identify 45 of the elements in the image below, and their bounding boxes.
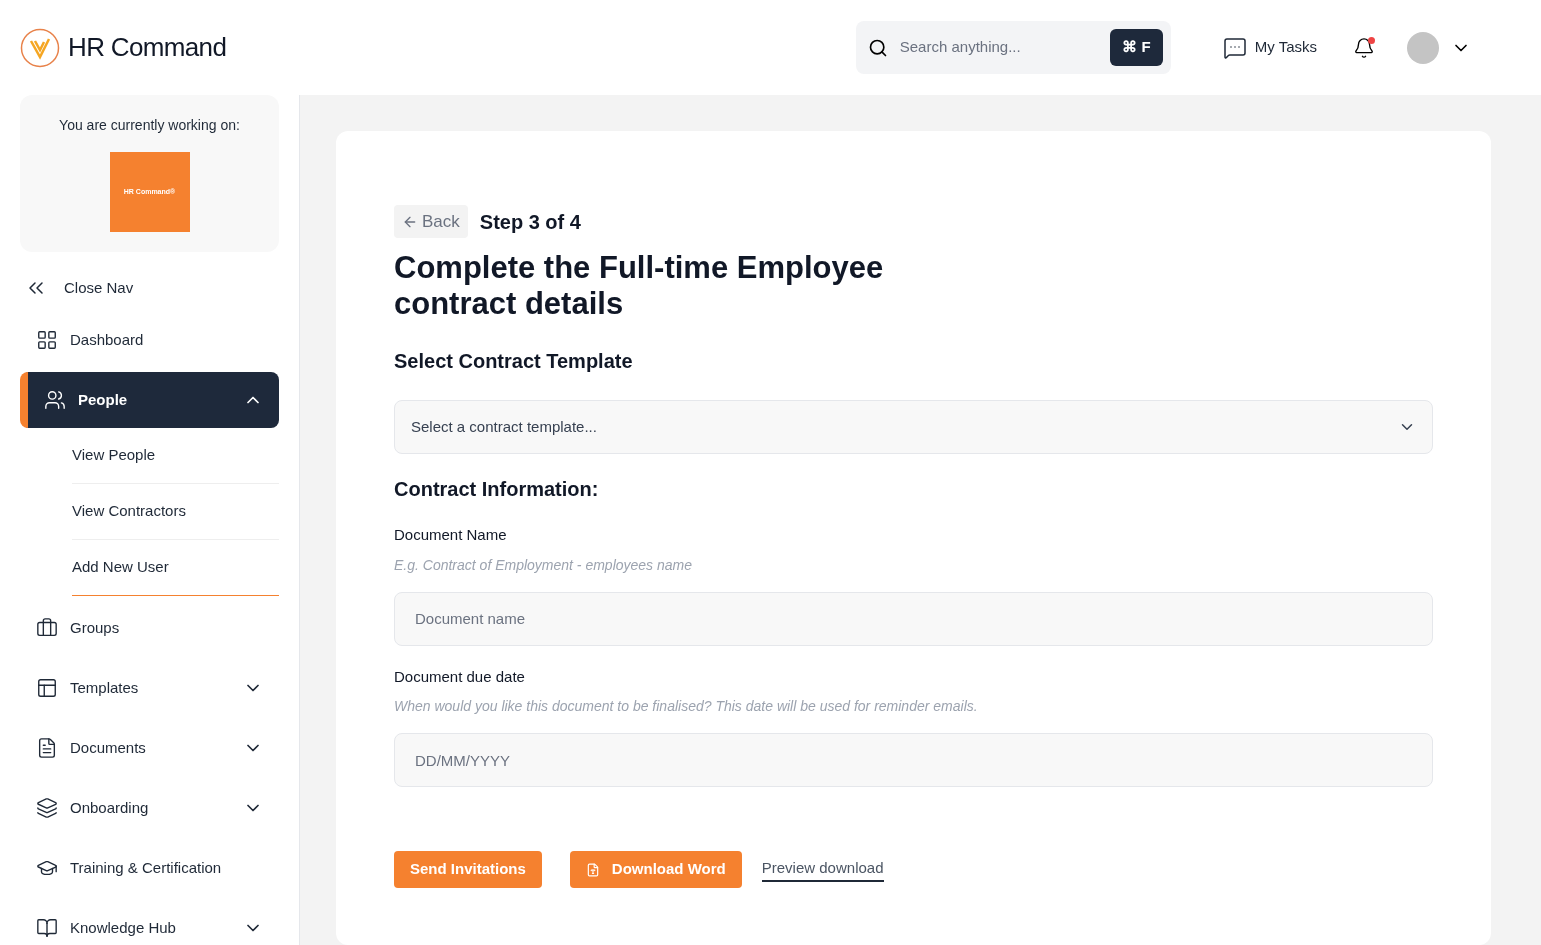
users-icon xyxy=(44,389,66,411)
layers-icon xyxy=(36,797,58,819)
input-field[interactable]: Document name xyxy=(394,591,1433,646)
nav-item[interactable]: Knowledge Hub xyxy=(20,900,279,945)
brand-name: HR Command xyxy=(68,31,227,64)
search-icon xyxy=(867,37,888,58)
document-icon xyxy=(36,737,58,759)
briefcase-icon xyxy=(36,617,58,639)
notifications-button[interactable] xyxy=(1353,36,1375,59)
chat-icon xyxy=(1222,35,1247,60)
search-field[interactable]: Search anything... xyxy=(899,36,1099,59)
field-label: Document due date xyxy=(394,666,526,687)
input-field[interactable]: DD/MM/YYYY xyxy=(394,733,1433,787)
workspace-caption: You are currently working on: xyxy=(59,116,240,135)
preview-download-link[interactable]: Preview download xyxy=(761,857,884,882)
sub-nav-item[interactable]: Add New User xyxy=(72,540,279,596)
template-dropdown[interactable]: Select a contract template... xyxy=(394,400,1433,454)
nav-item[interactable]: Groups xyxy=(20,600,279,656)
layout-icon xyxy=(36,677,58,699)
field-hint: E.g. Contract of Employment - employees name xyxy=(394,555,694,575)
avatar-icon xyxy=(1407,31,1439,64)
section-heading: Contract Information: xyxy=(394,477,600,502)
search-bar[interactable]: Search anything... ⌘ F xyxy=(855,21,1171,74)
nav-item[interactable]: Training & Certification xyxy=(20,840,279,896)
sub-nav-item[interactable]: View Contractors xyxy=(72,484,279,540)
logo-icon xyxy=(20,27,60,68)
book-icon xyxy=(36,917,58,939)
back-button[interactable]: Back xyxy=(394,205,468,238)
nav-item[interactable]: Templates xyxy=(20,660,279,716)
my-tasks-button[interactable]: My Tasks xyxy=(1222,35,1317,60)
nav-item[interactable]: Dashboard xyxy=(20,312,279,368)
step-indicator: Step 3 of 4 xyxy=(479,209,581,235)
bell-icon xyxy=(1353,36,1375,59)
nav-item[interactable]: People xyxy=(20,372,279,428)
nav-item[interactable]: Onboarding xyxy=(20,780,279,836)
shortcut-key: ⌘ F xyxy=(1110,29,1163,66)
field-hint: When would you like this document to be finalised? This date will be used for reminder emails. xyxy=(394,697,979,716)
section-heading: Select Contract Template xyxy=(394,349,634,374)
field-label: Document Name xyxy=(394,525,508,545)
word-file-icon xyxy=(585,862,600,877)
sub-nav-item[interactable]: View People xyxy=(72,428,279,484)
page-title: Complete the Full-time Employee contract details xyxy=(394,250,885,322)
grid-icon xyxy=(36,329,58,351)
close-nav-button[interactable]: Close Nav xyxy=(20,276,134,300)
nav-item[interactable]: Documents xyxy=(20,720,279,776)
